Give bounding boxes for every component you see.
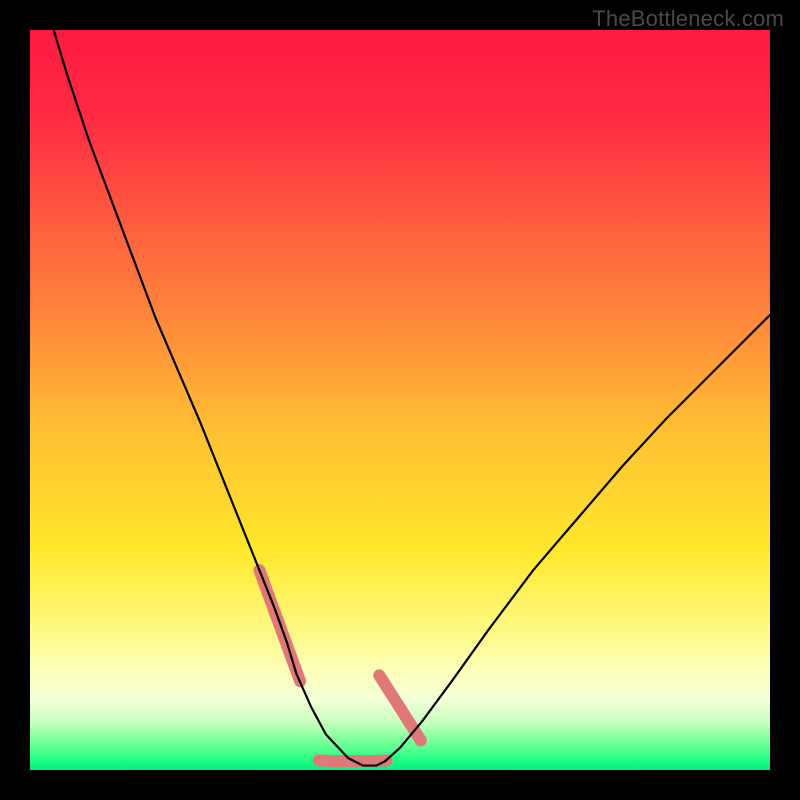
watermark-text: TheBottleneck.com [592, 6, 784, 32]
chart-frame: TheBottleneck.com [0, 0, 800, 800]
gradient-background [30, 30, 770, 770]
plot-svg [30, 30, 770, 770]
plot-area [30, 30, 770, 770]
